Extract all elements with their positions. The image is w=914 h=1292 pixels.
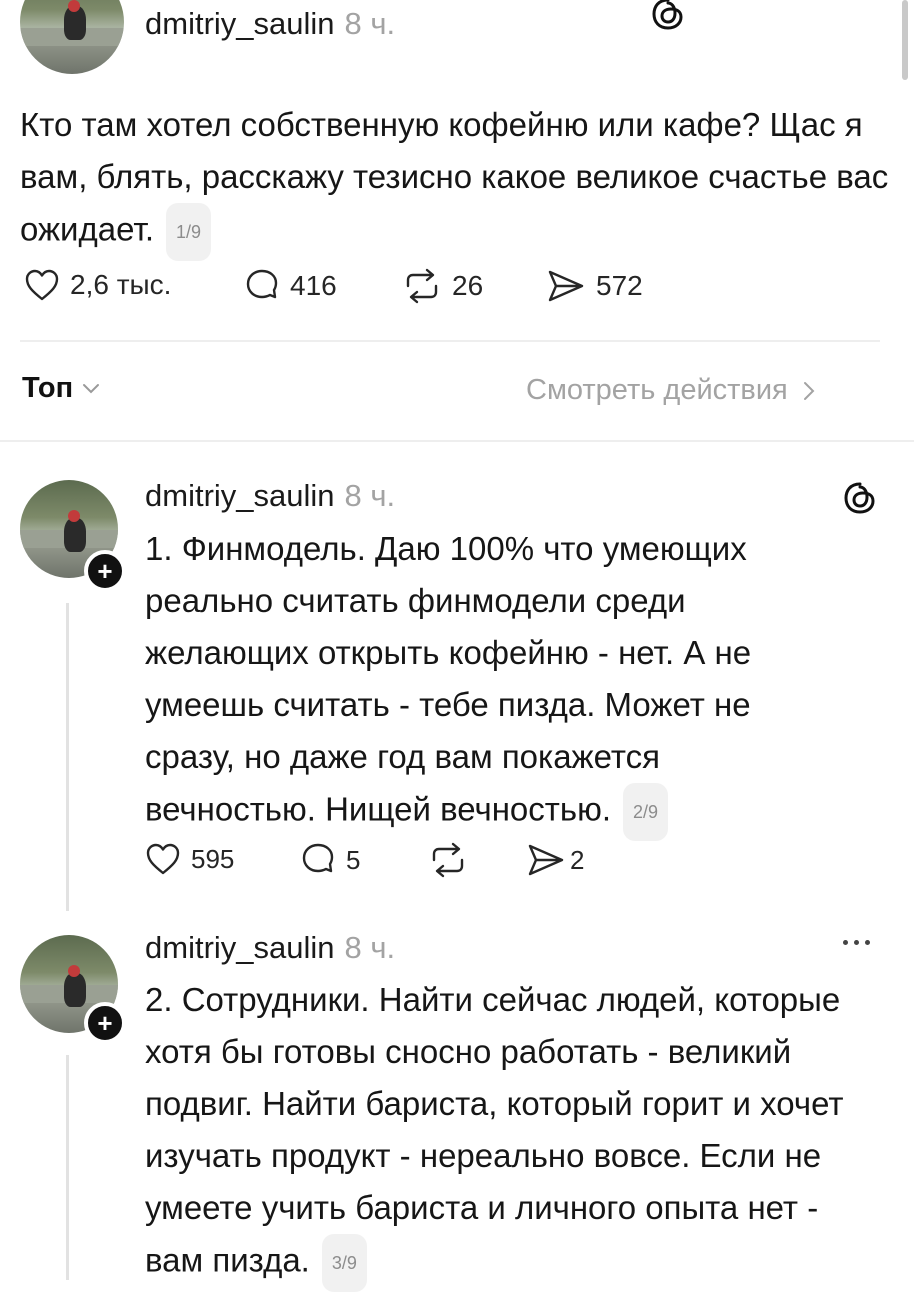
share-count: 572 [596, 270, 643, 301]
username-text[interactable]: dmitriy_saulin [145, 930, 335, 965]
sort-label: Топ [22, 372, 74, 404]
reply-share-button[interactable]: 2 [526, 842, 584, 878]
thread-line [66, 1055, 69, 1280]
post-time: 8 ч. [344, 6, 396, 41]
view-activity-link[interactable]: Смотреть действия [526, 374, 816, 407]
thread-line [66, 603, 69, 911]
reply-username[interactable]: dmitriy_saulin 8 ч. [145, 478, 395, 514]
share-icon [528, 844, 564, 876]
avatar[interactable] [20, 0, 124, 74]
comment-count: 5 [346, 844, 361, 875]
comment-count: 416 [290, 270, 337, 301]
post-counter: 1/9 [165, 203, 212, 261]
threads-logo-icon[interactable] [650, 0, 686, 37]
sort-dropdown[interactable]: Топ [22, 372, 101, 405]
divider [20, 340, 880, 342]
post-share-button[interactable]: 572 [546, 268, 643, 304]
reply-like-button[interactable]: 595 [145, 842, 234, 876]
username-text[interactable]: dmitriy_saulin [145, 478, 335, 513]
post-username[interactable]: dmitriy_saulin 8 ч. [145, 6, 395, 42]
reply-time: 8 ч. [344, 930, 396, 965]
scrollbar[interactable] [902, 0, 908, 80]
divider [0, 440, 914, 442]
follow-button[interactable]: + [84, 1002, 126, 1044]
post-repost-button[interactable]: 26 [402, 268, 483, 304]
post-like-button[interactable]: 2,6 тыс. [24, 268, 171, 302]
reply-repost-button[interactable] [428, 842, 478, 878]
chevron-right-icon [803, 381, 815, 400]
share-icon [548, 270, 584, 302]
reply-counter: 3/9 [321, 1234, 367, 1292]
share-count: 2 [570, 844, 585, 875]
threads-logo-icon[interactable] [842, 480, 878, 521]
post-text: Кто там хотел собственную кофейню или ка… [20, 99, 900, 261]
heart-icon [146, 843, 180, 875]
reply-username[interactable]: dmitriy_saulin 8 ч. [145, 930, 395, 966]
post-comment-button[interactable]: 416 [244, 268, 337, 304]
like-count: 2,6 тыс. [70, 269, 172, 300]
reply-comment-button[interactable]: 5 [300, 842, 360, 878]
comment-icon [302, 843, 334, 873]
heart-icon [25, 269, 59, 301]
username-text[interactable]: dmitriy_saulin [145, 6, 335, 41]
view-activity-label: Смотреть действия [526, 374, 788, 406]
chevron-down-icon [83, 383, 100, 393]
repost-icon [432, 842, 464, 878]
reply-time: 8 ч. [344, 478, 396, 513]
reply-counter: 2/9 [623, 783, 669, 841]
comment-icon [246, 269, 278, 299]
repost-count: 26 [452, 270, 484, 301]
like-count: 595 [191, 843, 235, 874]
reply-text: 2. Сотрудники. Найти сейчас людей, котор… [145, 974, 870, 1292]
post-text-content: Кто там хотел собственную кофейню или ка… [20, 106, 889, 248]
follow-button[interactable]: + [84, 550, 126, 592]
reply-text: 1. Финмодель. Даю 100% что умеющих реаль… [145, 523, 825, 841]
reply-text-content: 2. Сотрудники. Найти сейчас людей, котор… [145, 981, 844, 1279]
repost-icon [406, 268, 438, 304]
more-options-icon[interactable] [843, 940, 870, 945]
